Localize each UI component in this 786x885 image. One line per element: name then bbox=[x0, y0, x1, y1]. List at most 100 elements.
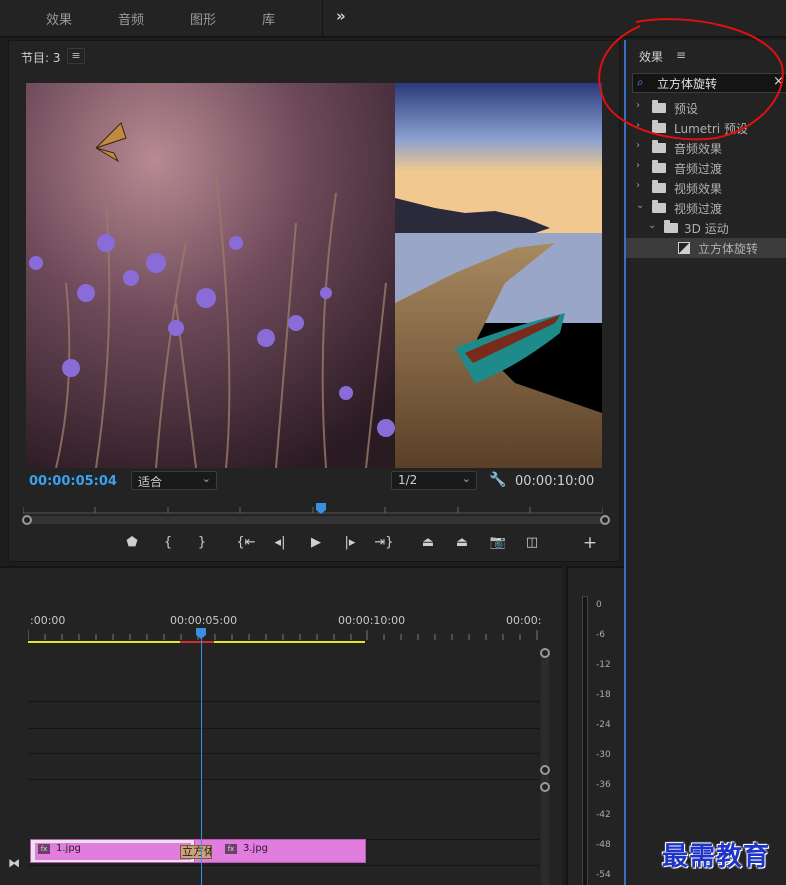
tree-item-video-effects[interactable]: › 视频效果 bbox=[626, 178, 786, 198]
timeline-clip[interactable]: fx 1.jpg bbox=[30, 839, 196, 863]
scroll-handle[interactable] bbox=[540, 765, 550, 775]
chevron-down-icon: ⌄ bbox=[461, 472, 471, 485]
playhead-marker bbox=[316, 503, 326, 514]
hamburger-icon[interactable]: ≡ bbox=[67, 48, 85, 64]
resolution-value: 1/2 bbox=[398, 473, 418, 487]
transport-controls: ⬟ { } {⇤ ◂| ▶ |▸ ⇥} ⏏ ⏏ 📷 ◫ + bbox=[119, 533, 609, 555]
timeline-nav-icon[interactable]: ⧓ bbox=[8, 856, 20, 870]
tree-item-video-transitions[interactable]: ⌄ 视频过渡 bbox=[626, 198, 786, 218]
duration-timecode: 00:00:10:00 bbox=[515, 474, 595, 489]
effects-search[interactable]: ⌕ × bbox=[632, 73, 786, 93]
track-divider bbox=[28, 779, 540, 780]
more-workspaces-icon[interactable]: » bbox=[336, 7, 346, 25]
workspace-tab-library[interactable]: 库 bbox=[262, 9, 275, 28]
workspace-tab-effects[interactable]: 效果 bbox=[46, 9, 72, 28]
tree-item-lumetri-presets[interactable]: › Lumetri 预设 bbox=[626, 118, 786, 138]
tree-item-label: 预设 bbox=[674, 102, 699, 116]
monitor-zoom-bar[interactable] bbox=[22, 515, 610, 525]
resolution-dropdown[interactable]: 1/2 ⌄ bbox=[391, 471, 477, 490]
go-to-out-icon[interactable]: ⇥} bbox=[373, 535, 395, 550]
db-label: -48 bbox=[596, 840, 611, 850]
tree-item-cube-spin[interactable]: 立方体旋转 bbox=[626, 238, 786, 258]
chevron-down-icon: ⌄ bbox=[636, 200, 645, 211]
workspace-tab-audio[interactable]: 音频 bbox=[118, 9, 144, 28]
folder-icon bbox=[652, 200, 666, 213]
chevron-down-icon: ⌄ bbox=[648, 220, 657, 231]
transition-cube-spin[interactable]: 立方体 bbox=[180, 845, 212, 859]
folder-star-icon bbox=[652, 100, 666, 113]
db-label: -54 bbox=[596, 870, 611, 880]
fit-value: 适合 bbox=[138, 475, 163, 489]
meter-bar bbox=[582, 596, 588, 885]
play-icon[interactable]: ▶ bbox=[305, 535, 327, 550]
clip-name: 3.jpg bbox=[243, 843, 269, 854]
clear-search-icon[interactable]: × bbox=[773, 74, 784, 89]
tree-item-label: 音频过渡 bbox=[674, 162, 723, 176]
zoom-start-handle[interactable] bbox=[22, 515, 32, 525]
track-divider bbox=[28, 701, 540, 702]
comparison-view-icon[interactable]: ◫ bbox=[521, 535, 543, 550]
track-divider bbox=[28, 753, 540, 754]
add-marker-icon[interactable]: ⬟ bbox=[121, 535, 143, 550]
folder-icon bbox=[652, 160, 666, 173]
chevron-right-icon: › bbox=[636, 120, 640, 131]
video-preview bbox=[26, 83, 602, 468]
go-to-in-icon[interactable]: {⇤ bbox=[235, 535, 257, 550]
fx-badge-icon[interactable]: fx bbox=[38, 844, 50, 854]
ruler-label: 00:00:05:00 bbox=[170, 614, 238, 627]
transition-effect-icon bbox=[678, 242, 690, 254]
search-icon: ⌕ bbox=[637, 75, 644, 89]
fx-badge-icon[interactable]: fx bbox=[225, 844, 237, 854]
ruler-label: 00:00:10:00 bbox=[338, 614, 406, 627]
timeline-ruler[interactable]: :00:00 00:00:05:00 00:00:10:00 00:00: bbox=[28, 608, 541, 644]
tree-item-audio-transitions[interactable]: › 音频过渡 bbox=[626, 158, 786, 178]
ruler-ticks bbox=[28, 628, 538, 643]
hamburger-icon[interactable]: ≡ bbox=[676, 48, 686, 62]
extract-icon[interactable]: ⏏ bbox=[451, 535, 473, 550]
playhead-line[interactable] bbox=[201, 638, 202, 885]
timeline-clip[interactable]: fx 3.jpg bbox=[194, 839, 366, 863]
db-label: -36 bbox=[596, 780, 611, 790]
step-back-icon[interactable]: ◂| bbox=[269, 535, 291, 550]
tree-item-label: 音频效果 bbox=[674, 142, 723, 156]
db-label: -12 bbox=[596, 660, 611, 670]
tree-item-presets[interactable]: › 预设 bbox=[626, 98, 786, 118]
scroll-handle[interactable] bbox=[540, 782, 550, 792]
camera-icon[interactable]: 📷 bbox=[487, 535, 509, 550]
timeline-panel: :00:00 00:00:05:00 00:00:10:00 00:00: fx… bbox=[0, 566, 562, 885]
chevron-right-icon: › bbox=[636, 140, 640, 151]
timeline-scrollbar[interactable] bbox=[540, 648, 550, 885]
monitor-title[interactable]: 节目: 3 bbox=[21, 49, 61, 66]
fit-dropdown[interactable]: 适合 ⌄ bbox=[131, 471, 217, 490]
effects-panel-title[interactable]: 效果 bbox=[639, 48, 663, 65]
folder-icon bbox=[652, 180, 666, 193]
effects-search-input[interactable] bbox=[657, 75, 767, 91]
zoom-end-handle[interactable] bbox=[600, 515, 610, 525]
workspace-tab-graphics[interactable]: 图形 bbox=[190, 9, 216, 28]
timeline-tracks[interactable]: fx 1.jpg fx 3.jpg 立方体 bbox=[28, 653, 540, 885]
tree-item-label: 视频过渡 bbox=[674, 202, 723, 216]
scroll-top-handle[interactable] bbox=[540, 648, 550, 658]
workspace-bar: 效果 音频 图形 库 » bbox=[0, 0, 786, 38]
ruler-label: :00:00 bbox=[30, 614, 66, 627]
chevron-right-icon: › bbox=[636, 100, 640, 111]
tree-item-label: 立方体旋转 bbox=[698, 242, 759, 256]
wrench-icon[interactable]: 🔧 bbox=[489, 472, 506, 488]
db-label: -24 bbox=[596, 720, 611, 730]
flower-field-image bbox=[26, 83, 395, 468]
lift-icon[interactable]: ⏏ bbox=[417, 535, 439, 550]
add-button-icon[interactable]: + bbox=[579, 533, 601, 553]
folder-icon bbox=[652, 140, 666, 153]
mark-in-icon[interactable]: { bbox=[157, 535, 179, 550]
folder-icon bbox=[664, 220, 678, 233]
tree-item-3d-motion[interactable]: ⌄ 3D 运动 bbox=[626, 218, 786, 238]
track-divider bbox=[28, 728, 540, 729]
current-timecode[interactable]: 00:00:05:04 bbox=[29, 474, 117, 489]
step-forward-icon[interactable]: |▸ bbox=[339, 535, 361, 550]
tree-item-label: 视频效果 bbox=[674, 182, 723, 196]
db-label: -18 bbox=[596, 690, 611, 700]
mark-out-icon[interactable]: } bbox=[191, 535, 213, 550]
db-label: -30 bbox=[596, 750, 611, 760]
db-label: -42 bbox=[596, 810, 611, 820]
tree-item-audio-effects[interactable]: › 音频效果 bbox=[626, 138, 786, 158]
